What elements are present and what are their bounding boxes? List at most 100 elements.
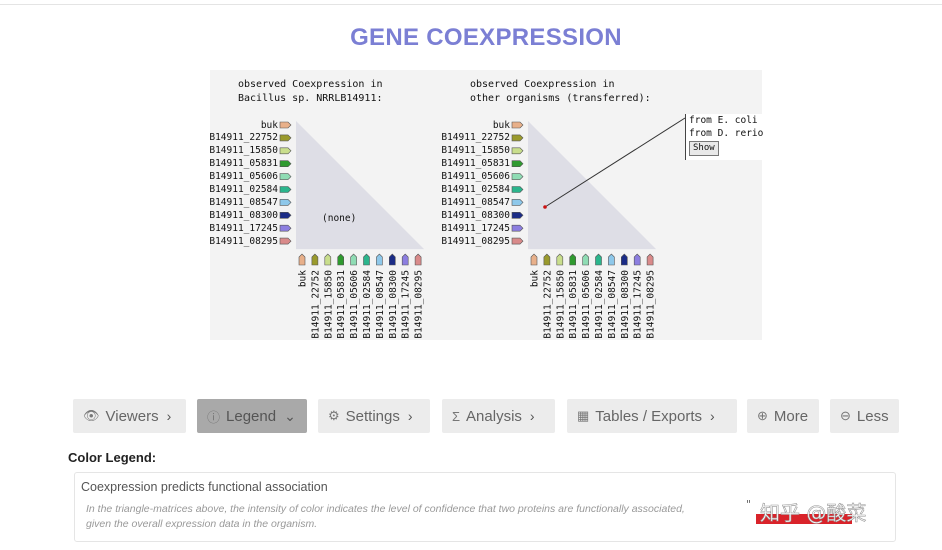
right-col-marker-B14911_08547 xyxy=(608,253,615,266)
left-row-marker-B14911_05831 xyxy=(279,160,292,167)
toolbar-button-label: More xyxy=(773,407,809,425)
left-col-marker-B14911_05606 xyxy=(350,253,357,266)
right-row-marker-B14911_08295 xyxy=(511,237,524,245)
right-row-label-B14911_17245[interactable]: B14911_17245 xyxy=(430,222,510,235)
right-panel-header-line2: other organisms (transferred): xyxy=(470,93,651,104)
right-row-marker-B14911_08300 xyxy=(511,212,524,219)
left-row-label-B14911_08547[interactable]: B14911_08547 xyxy=(198,196,278,209)
right-row-label-B14911_08295[interactable]: B14911_08295 xyxy=(430,235,510,248)
show-button[interactable]: Show xyxy=(689,141,719,156)
toolbar-less-button[interactable]: ⊖ Less xyxy=(830,399,899,433)
right-col-marker-B14911_17245 xyxy=(633,253,641,266)
left-col-marker-B14911_02584 xyxy=(363,253,370,266)
right-row-label-B14911_08300[interactable]: B14911_08300 xyxy=(430,209,510,222)
toolbar-legend-button[interactable]: ⓘ Legend ⌄ xyxy=(197,399,307,433)
left-col-label-B14911_22752: B14911_22752 xyxy=(310,270,321,339)
left-col-label-B14911_02584: B14911_02584 xyxy=(362,270,373,339)
left-row-label-B14911_05831[interactable]: B14911_05831 xyxy=(198,157,278,170)
left-col-marker-B14911_08300 xyxy=(389,253,396,266)
left-row-label-buk[interactable]: buk xyxy=(198,119,278,132)
right-triangle-matrix xyxy=(528,121,657,250)
left-triangle-matrix xyxy=(296,121,425,250)
left-row-marker-buk xyxy=(279,121,292,129)
left-row-label-B14911_02584[interactable]: B14911_02584 xyxy=(198,183,278,196)
left-col-marker-B14911_22752 xyxy=(311,253,319,266)
left-row-label-B14911_08300[interactable]: B14911_08300 xyxy=(198,209,278,222)
toolbar-viewers-button[interactable]: 👁 Viewers › xyxy=(73,399,186,433)
right-col-label-B14911_02584: B14911_02584 xyxy=(594,270,605,339)
top-divider xyxy=(0,4,942,5)
left-row-label-B14911_17245[interactable]: B14911_17245 xyxy=(198,222,278,235)
toolbar-button-label: Viewers xyxy=(105,407,159,425)
right-row-marker-B14911_17245 xyxy=(511,224,524,232)
right-col-label-buk: buk xyxy=(530,270,541,287)
right-col-marker-buk xyxy=(530,253,538,266)
left-panel-header-line1: observed Coexpression in xyxy=(238,79,383,90)
right-col-label-B14911_22752: B14911_22752 xyxy=(542,270,553,339)
right-row-marker-B14911_22752 xyxy=(511,134,524,142)
left-row-marker-B14911_08300 xyxy=(279,212,292,219)
zhihu-watermark: " 知乎 @酸菜 xyxy=(746,498,926,528)
right-row-label-B14911_05606[interactable]: B14911_05606 xyxy=(430,170,510,183)
toolbar-button-label: Legend xyxy=(226,407,277,425)
right-col-marker-B14911_15850 xyxy=(556,253,564,266)
plus-circle-icon: ⊕ xyxy=(757,408,768,423)
left-col-label-B14911_17245: B14911_17245 xyxy=(401,270,412,339)
sigma-icon: Σ xyxy=(452,408,461,424)
left-row-label-B14911_15850[interactable]: B14911_15850 xyxy=(198,144,278,157)
info-icon: ⓘ xyxy=(207,409,221,425)
eye-icon: 👁 xyxy=(83,408,100,423)
chevron-down-icon: ⌄ xyxy=(284,407,296,424)
right-row-label-B14911_08547[interactable]: B14911_08547 xyxy=(430,196,510,209)
coexpression-viewer[interactable]: buk B14911_22752 B14911_15850 B14911_05831 B… xyxy=(209,70,769,340)
chevron-right-icon: › xyxy=(166,408,172,424)
right-col-marker-B14911_05831 xyxy=(569,253,576,266)
watermark-text: 知乎 @酸菜 xyxy=(760,501,866,525)
left-matrix-empty-text: (none) xyxy=(322,213,357,224)
table-icon: ▦ xyxy=(577,408,590,423)
toolbar-button-label: Settings xyxy=(345,407,400,425)
watermark-logo: " 知乎 @酸菜 xyxy=(746,498,867,525)
left-row-marker-B14911_05606 xyxy=(279,173,292,180)
left-row-label-B14911_05606[interactable]: B14911_05606 xyxy=(198,170,278,183)
right-col-label-B14911_08295: B14911_08295 xyxy=(646,270,657,339)
right-row-marker-B14911_02584 xyxy=(511,186,524,193)
toolbar-tables-exports-button[interactable]: ▦ Tables / Exports › xyxy=(567,399,737,433)
toolbar-more-button[interactable]: ⊕ More xyxy=(747,399,819,433)
left-col-marker-B14911_08547 xyxy=(376,253,383,266)
left-col-label-B14911_15850: B14911_15850 xyxy=(323,270,334,339)
left-row-label-B14911_22752[interactable]: B14911_22752 xyxy=(198,131,278,144)
popup-line-drerio: from D. rerio xyxy=(689,128,764,139)
right-panel-header-line1: observed Coexpression in xyxy=(470,79,615,90)
right-row-label-B14911_05831[interactable]: B14911_05831 xyxy=(430,157,510,170)
transfer-popup: from E. coli from D. rerio Show xyxy=(685,114,769,160)
left-panel-header-line2: Bacillus sp. NRRLB14911: xyxy=(238,93,383,104)
left-col-label-B14911_05606: B14911_05606 xyxy=(349,270,360,339)
left-col-label-B14911_08300: B14911_08300 xyxy=(388,270,399,339)
right-row-label-buk[interactable]: buk xyxy=(430,119,510,132)
left-col-marker-B14911_17245 xyxy=(401,253,409,266)
right-col-label-B14911_15850: B14911_15850 xyxy=(555,270,566,339)
toolbar-settings-button[interactable]: ⚙ Settings › xyxy=(318,399,430,433)
left-row-marker-B14911_22752 xyxy=(279,134,292,142)
toolbar-button-label: Analysis xyxy=(466,407,522,425)
right-col-marker-B14911_08295 xyxy=(646,253,654,266)
right-col-marker-B14911_05606 xyxy=(582,253,589,266)
chevron-right-icon: › xyxy=(407,408,413,424)
left-row-label-B14911_08295[interactable]: B14911_08295 xyxy=(198,235,278,248)
right-row-marker-B14911_15850 xyxy=(511,147,524,155)
left-row-marker-B14911_17245 xyxy=(279,224,292,232)
minus-circle-icon: ⊖ xyxy=(840,408,851,423)
toolbar-analysis-button[interactable]: Σ Analysis › xyxy=(442,399,555,433)
right-row-label-B14911_15850[interactable]: B14911_15850 xyxy=(430,144,510,157)
right-col-marker-B14911_22752 xyxy=(543,253,551,266)
left-col-label-B14911_05831: B14911_05831 xyxy=(336,270,347,339)
left-col-marker-B14911_15850 xyxy=(324,253,332,266)
right-col-label-B14911_08547: B14911_08547 xyxy=(607,270,618,339)
right-row-label-B14911_22752[interactable]: B14911_22752 xyxy=(430,131,510,144)
legend-description: In the triangle-matrices above, the inte… xyxy=(86,503,685,530)
right-row-marker-B14911_05606 xyxy=(511,173,524,180)
right-row-label-B14911_02584[interactable]: B14911_02584 xyxy=(430,183,510,196)
right-col-label-B14911_05831: B14911_05831 xyxy=(568,270,579,339)
legend-title: Color Legend: xyxy=(68,450,157,465)
